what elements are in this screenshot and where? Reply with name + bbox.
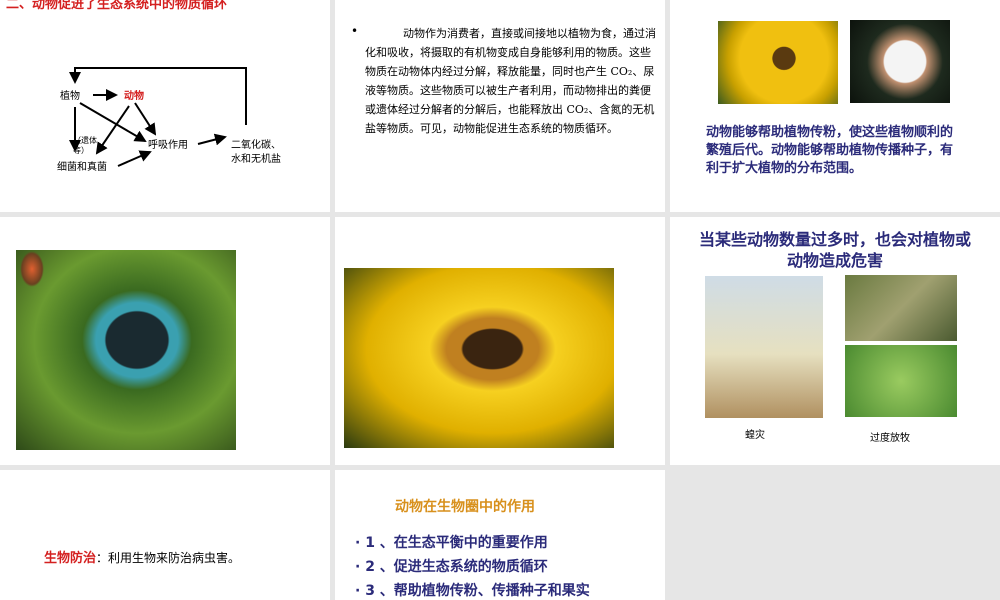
bee-on-flower-image <box>718 21 838 104</box>
slide-thumbnail-3[interactable]: 动物能够帮助植物传粉，使这些植物顺利的繁殖后代。动物能够帮助植物传播种子，有利于… <box>670 0 1000 212</box>
slide-thumbnail-2[interactable]: • 动物作为消费者，直接或间接地以植物为食，通过消化和吸收，将摄取的有机物变成自… <box>335 0 665 212</box>
slide-thumbnail-6[interactable]: 当某些动物数量过多时，也会对植物或动物造成危害 蝗灾 过度放牧 <box>670 217 1000 465</box>
butterflies-on-flower-image <box>850 20 950 103</box>
bee-closeup-image <box>344 268 614 448</box>
slide-thumbnail-8[interactable]: 动物在生物圈中的作用 · 1 、在生态平衡中的重要作用 · 2 、促进生态系统的… <box>335 470 665 600</box>
slide-thumbnail-1[interactable]: 二、动物促进了生态系统中的物质循环 植物 动物 呼吸作用 （遗体等） 细菌和真菌… <box>0 0 330 212</box>
node-products-1: 二氧化碳、 <box>231 140 281 151</box>
summary-item-2: · 2 、促进生态系统的物质循环 <box>355 559 548 575</box>
node-products-2: 水和无机盐 <box>231 154 281 165</box>
summary-title: 动物在生物圈中的作用 <box>395 499 535 515</box>
damaged-plants-image <box>845 275 957 341</box>
butterfly-image <box>16 250 236 450</box>
caption-grazing: 过度放牧 <box>870 433 910 444</box>
slide-thumbnail-4[interactable] <box>0 217 330 465</box>
node-respiration: 呼吸作用 <box>148 140 188 151</box>
small-butterfly-image <box>20 251 44 287</box>
pollination-text: 动物能够帮助植物传粉，使这些植物顺利的繁殖后代。动物能够帮助植物传播种子，有利于… <box>706 125 954 176</box>
caption-locust: 蝗灾 <box>745 430 765 441</box>
overgrazed-grass-image <box>845 345 957 417</box>
cycle-diagram-arrows <box>69 67 247 167</box>
bio-control-term: 生物防治 <box>44 551 97 566</box>
slide-thumbnail-7[interactable]: 生物防治：利用生物来防治病虫害。 <box>0 470 330 600</box>
slide-thumbnail-5[interactable] <box>335 217 665 465</box>
bio-control-line: 生物防治：利用生物来防治病虫害。 <box>44 547 240 566</box>
summary-item-3: · 3 、帮助植物传粉、传播种子和果实 <box>355 583 590 599</box>
locust-plague-image <box>705 276 823 418</box>
node-decomposers: 细菌和真菌 <box>57 162 107 173</box>
bullet: • <box>351 24 359 38</box>
harm-title: 当某些动物数量过多时，也会对植物或动物造成危害 <box>698 230 971 270</box>
bio-control-text: ：利用生物来防治病虫害。 <box>96 551 241 565</box>
body-text: 动物作为消费者，直接或间接地以植物为食，通过消化和吸收，将摄取的有机物变成自身能… <box>365 27 656 135</box>
label-remains: （遗体等） <box>73 136 97 155</box>
node-animal: 动物 <box>124 91 144 102</box>
node-plant: 植物 <box>60 91 80 102</box>
summary-item-1: · 1 、在生态平衡中的重要作用 <box>355 535 548 551</box>
